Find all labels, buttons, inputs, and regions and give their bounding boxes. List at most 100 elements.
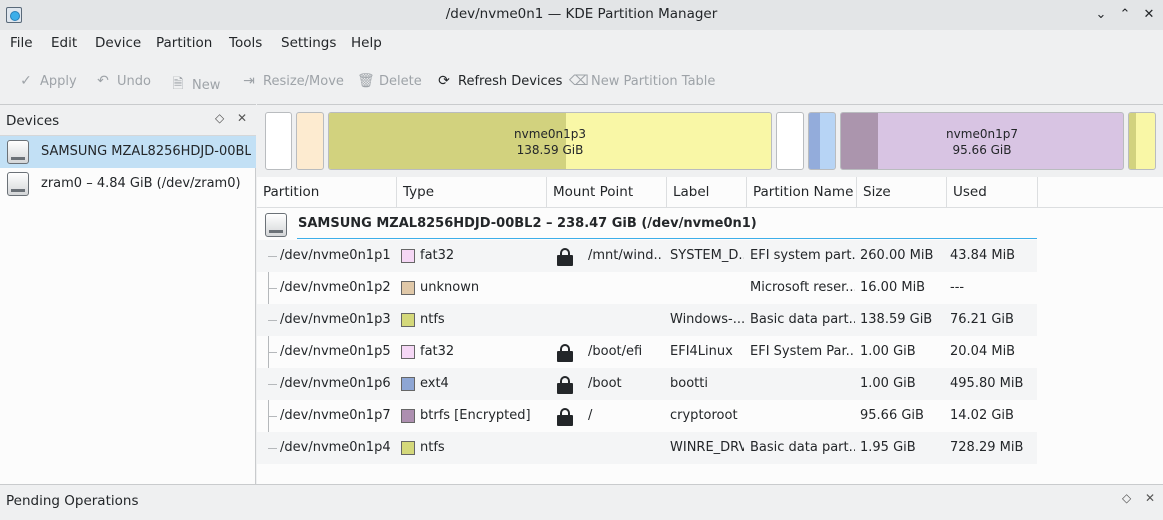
column-mount-point[interactable]: Mount Point bbox=[547, 177, 667, 207]
partition-row[interactable]: /dev/nvme0n1p6 ext4/boot bootti 1.00 GiB 495… bbox=[257, 368, 1037, 400]
partition-path: /dev/nvme0n1p1 bbox=[280, 248, 391, 263]
device-item-zram[interactable]: zram0 – 4.84 GiB (/dev/zram0) bbox=[0, 168, 256, 200]
partition-row[interactable]: /dev/nvme0n1p4 ntfs WINRE_DRV Basic data pa… bbox=[257, 432, 1037, 464]
filesystem-type: fat32 bbox=[420, 248, 455, 263]
partition-name: EFI system part... bbox=[750, 248, 855, 263]
column-size[interactable]: Size bbox=[857, 177, 947, 207]
partition-path: /dev/nvme0n1p4 bbox=[280, 440, 391, 455]
partition-size: 16.00 MiB bbox=[860, 280, 926, 295]
float-panel-icon[interactable]: ◇ bbox=[215, 111, 224, 125]
apply-button[interactable]: ✓ Apply bbox=[18, 73, 77, 89]
disk-icon bbox=[7, 140, 29, 164]
partition-label: WINRE_DRV bbox=[670, 440, 744, 455]
pending-operations-panel: Pending Operations ◇ ✕ bbox=[0, 484, 1163, 520]
menu-help[interactable]: Help bbox=[351, 35, 382, 51]
tree-branch bbox=[268, 320, 277, 321]
menu-edit[interactable]: Edit bbox=[51, 35, 77, 51]
column-used[interactable]: Used bbox=[947, 177, 1038, 207]
mount-point bbox=[588, 272, 663, 304]
disk-icon bbox=[7, 172, 29, 196]
undo-icon: ↶ bbox=[97, 73, 109, 89]
new-partition-table-button[interactable]: ⌫ New Partition Table bbox=[569, 73, 715, 89]
float-panel-icon[interactable]: ◇ bbox=[1122, 491, 1131, 505]
bar-p3-name: nvme0n1p3 bbox=[514, 127, 586, 141]
filesystem-type: ntfs bbox=[420, 440, 445, 455]
close-panel-icon[interactable]: ✕ bbox=[1145, 491, 1155, 505]
minimize-button[interactable]: ⌄ bbox=[1090, 4, 1112, 26]
partition-path: /dev/nvme0n1p6 bbox=[280, 376, 391, 391]
tree-branch bbox=[268, 416, 277, 417]
maximize-button[interactable]: ⌃ bbox=[1114, 4, 1136, 26]
new-partition-button[interactable]: 🗎 New bbox=[170, 73, 220, 97]
clear-icon: ⌫ bbox=[569, 73, 589, 89]
menu-file[interactable]: File bbox=[10, 35, 33, 51]
partition-label: SYSTEM_D... bbox=[670, 248, 744, 263]
partition-path: /dev/nvme0n1p3 bbox=[280, 312, 391, 327]
partition-name: EFI System Par... bbox=[750, 344, 855, 359]
partition-row[interactable]: /dev/nvme0n1p7 btrfs [Encrypted] / cryptoro… bbox=[257, 400, 1037, 432]
partition-label: bootti bbox=[670, 376, 708, 391]
partition-name: Basic data part... bbox=[750, 312, 855, 327]
bar-segment-p3[interactable]: nvme0n1p3 138.59 GiB bbox=[328, 112, 772, 170]
filesystem-color-swatch bbox=[401, 409, 415, 423]
close-window-button[interactable]: ✕ bbox=[1138, 4, 1160, 26]
bar-segment-p2[interactable] bbox=[296, 112, 324, 170]
menu-device[interactable]: Device bbox=[95, 35, 141, 51]
device-group-row[interactable]: SAMSUNG MZAL8256HDJD-00BL2 – 238.47 GiB … bbox=[257, 210, 1163, 240]
menu-partition[interactable]: Partition bbox=[156, 35, 212, 51]
filesystem-color-swatch bbox=[401, 313, 415, 327]
device-item-nvme[interactable]: SAMSUNG MZAL8256HDJD-00BL... bbox=[0, 136, 256, 168]
menu-tools[interactable]: Tools bbox=[229, 35, 262, 51]
partition-name bbox=[750, 368, 855, 400]
refresh-icon: ⟳ bbox=[438, 73, 450, 89]
bar-segment-p7[interactable]: nvme0n1p7 95.66 GiB bbox=[840, 112, 1124, 170]
column-label[interactable]: Label bbox=[667, 177, 747, 207]
partition-row[interactable]: /dev/nvme0n1p5 fat32/boot/efi EFI4Linux EFI… bbox=[257, 336, 1037, 368]
devices-title: Devices bbox=[6, 113, 60, 129]
mount-point: /mnt/wind... bbox=[588, 248, 663, 263]
partition-row[interactable]: /dev/nvme0n1p1 fat32/mnt/wind... SYSTEM_D.… bbox=[257, 240, 1037, 272]
partition-path: /dev/nvme0n1p5 bbox=[280, 344, 391, 359]
delete-button[interactable]: 🗑 Delete bbox=[357, 73, 422, 89]
device-item-label: SAMSUNG MZAL8256HDJD-00BL... bbox=[41, 144, 251, 159]
partition-size: 1.00 GiB bbox=[860, 344, 916, 359]
bar-segment-p5[interactable] bbox=[776, 112, 804, 170]
mount-point: / bbox=[588, 408, 593, 423]
partition-name: Basic data part... bbox=[750, 440, 855, 455]
partition-used: 728.29 MiB bbox=[950, 440, 1024, 455]
lock-icon bbox=[557, 376, 573, 394]
refresh-devices-button[interactable]: ⟳ Refresh Devices bbox=[436, 73, 562, 89]
close-panel-icon[interactable]: ✕ bbox=[237, 111, 247, 125]
column-partition[interactable]: Partition bbox=[257, 177, 397, 207]
trash-icon: 🗑 bbox=[357, 73, 375, 89]
undo-button[interactable]: ↶ Undo bbox=[95, 73, 151, 89]
filesystem-type: unknown bbox=[420, 280, 480, 295]
device-group-label: SAMSUNG MZAL8256HDJD-00BL2 – 238.47 GiB … bbox=[298, 216, 757, 231]
column-partition-name[interactable]: Partition Name bbox=[747, 177, 857, 207]
bar-segment-p6[interactable] bbox=[808, 112, 836, 170]
column-type[interactable]: Type bbox=[397, 177, 547, 207]
filesystem-color-swatch bbox=[401, 377, 415, 391]
partition-row[interactable]: /dev/nvme0n1p2 unknown Microsoft reser... 1… bbox=[257, 272, 1037, 304]
bar-used-fill bbox=[809, 113, 820, 169]
bar-segment-p4[interactable] bbox=[1128, 112, 1156, 170]
partition-size: 1.00 GiB bbox=[860, 376, 916, 391]
partition-used: 43.84 MiB bbox=[950, 248, 1016, 263]
lock-icon bbox=[557, 344, 573, 362]
mount-point bbox=[588, 304, 663, 336]
partition-used: 14.02 GiB bbox=[950, 408, 1014, 423]
tree-branch bbox=[268, 384, 277, 385]
partition-size: 1.95 GiB bbox=[860, 440, 916, 455]
filesystem-type: btrfs [Encrypted] bbox=[420, 408, 531, 423]
tree-branch bbox=[268, 256, 277, 257]
checkmark-icon: ✓ bbox=[20, 73, 32, 89]
menu-settings[interactable]: Settings bbox=[281, 35, 336, 51]
partition-label: cryptoroot bbox=[670, 408, 738, 423]
bar-segment-p1[interactable] bbox=[265, 112, 292, 170]
mount-point: /boot bbox=[588, 376, 622, 391]
resize-move-button[interactable]: ⇥ Resize/Move bbox=[241, 73, 344, 89]
disk-icon bbox=[265, 213, 287, 237]
partition-row[interactable]: /dev/nvme0n1p3 ntfs Windows-... Basic data … bbox=[257, 304, 1037, 336]
resize-icon: ⇥ bbox=[243, 73, 255, 89]
menu-bar: File Edit Device Partition Tools Setting… bbox=[0, 30, 1163, 58]
